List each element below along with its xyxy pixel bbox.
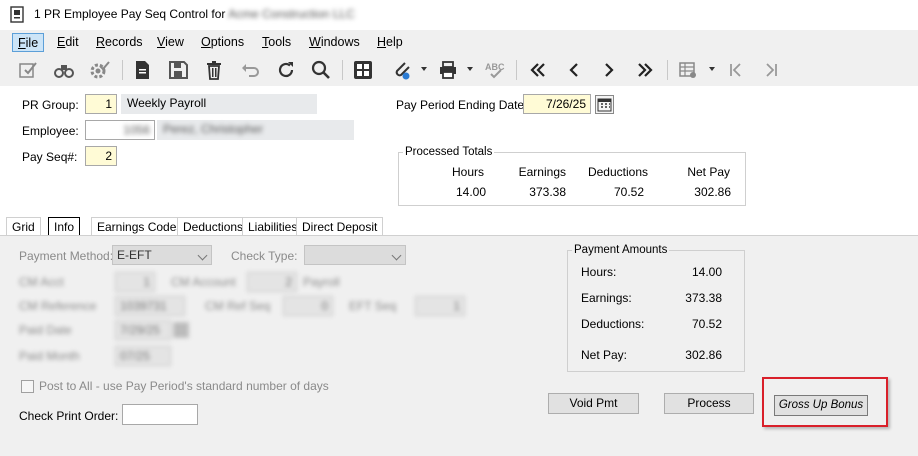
post-to-all-label: Post to All - use Pay Period's standard … (39, 379, 329, 393)
svg-text:ABC: ABC (485, 62, 505, 72)
document-icon[interactable] (130, 58, 154, 82)
blurred-cm-account-row: CM Acct 1 CM Account 2 Payroll (19, 272, 359, 294)
pr-group-description: Weekly Payroll (121, 94, 317, 114)
tab-direct-deposit[interactable]: Direct Deposit (296, 217, 384, 236)
payment-earnings-value: 373.38 (685, 291, 722, 305)
undo-icon[interactable] (238, 58, 262, 82)
processed-earnings-header: Earnings (518, 165, 566, 179)
menu-tools[interactable]: Tools (257, 33, 296, 52)
employee-field[interactable]: 1056 (85, 120, 155, 140)
pay-period-label: Pay Period Ending Date: (396, 98, 528, 112)
tab-info[interactable]: Info (48, 217, 81, 236)
payment-hours-value: 14.00 (691, 265, 722, 279)
attach-icon[interactable] (390, 58, 414, 82)
payment-method-select[interactable]: E-EFT (112, 245, 212, 265)
menu-view[interactable]: View (152, 33, 189, 52)
menu-help[interactable]: Help (372, 33, 408, 52)
process-button[interactable]: Process (664, 393, 754, 414)
window-title-company: Acme Construction LLC (228, 7, 355, 21)
pay-seq-label: Pay Seq#: (22, 150, 78, 164)
gear-check-icon[interactable] (87, 58, 111, 82)
void-pmt-button[interactable]: Void Pmt (548, 393, 639, 414)
print-icon[interactable] (436, 58, 460, 82)
blurred-paid-date-row: Paid Date 7/29/25 (19, 320, 199, 342)
header-panel: PR Group: 1 Weekly Payroll Employee: 105… (0, 86, 918, 216)
chevron-down-icon (197, 250, 208, 261)
check-type-select[interactable] (304, 245, 406, 265)
chevron-down-icon (391, 250, 402, 261)
processed-hours-value: 14.00 (455, 185, 486, 199)
payment-hours-label: Hours: (581, 265, 617, 279)
last-page-icon[interactable] (759, 58, 783, 82)
processed-netpay-header: Net Pay (687, 165, 730, 179)
payment-netpay-value: 302.86 (685, 348, 722, 362)
processed-earnings-value: 373.38 (529, 185, 566, 199)
save-icon[interactable] (166, 58, 190, 82)
menu-records[interactable]: Records (91, 33, 148, 52)
menu-file[interactable]: File (12, 33, 45, 52)
payment-netpay-label: Net Pay: (581, 348, 628, 362)
grid-options-icon[interactable] (676, 58, 700, 82)
last-record-icon[interactable] (633, 58, 657, 82)
first-record-icon[interactable] (526, 58, 550, 82)
next-record-icon[interactable] (597, 58, 621, 82)
blurred-paid-month-row: Paid Month 07/25 (19, 346, 199, 368)
processed-deductions-value: 70.52 (613, 185, 644, 199)
payment-earnings-label: Earnings: (581, 291, 632, 305)
app-icon (10, 6, 24, 23)
processed-totals-legend: Processed Totals (405, 146, 493, 158)
pay-period-field[interactable]: 7/26/25 (523, 94, 591, 114)
check-edit-icon[interactable] (16, 58, 40, 82)
menu-edit[interactable]: Edit (52, 33, 84, 52)
tab-strip: Grid Info Earnings Codes Deductions Liab… (0, 216, 918, 236)
payment-deductions-label: Deductions: (581, 317, 645, 331)
gross-up-bonus-button[interactable]: Gross Up Bonus (774, 395, 868, 416)
processed-netpay-value: 302.86 (694, 185, 731, 199)
toolbar: ABC (0, 54, 918, 86)
window-title: 1 PR Employee Pay Seq Control for Acme C… (34, 7, 355, 21)
processed-deductions-header: Deductions (587, 165, 648, 179)
check-print-order-field[interactable] (122, 404, 198, 425)
tab-grid[interactable]: Grid (6, 217, 41, 236)
delete-icon[interactable] (202, 58, 226, 82)
menu-options[interactable]: Options (196, 33, 249, 52)
employee-number: 1056 (123, 123, 150, 137)
blurred-cm-reference-row: CM Reference 1039731 CM Ref Seq 0 EFT Se… (19, 296, 469, 318)
menu-bar: File Edit Records View Options Tools Win… (0, 30, 918, 53)
prev-record-icon[interactable] (562, 58, 586, 82)
post-to-all-checkbox[interactable] (21, 380, 34, 393)
binoculars-icon[interactable] (52, 58, 76, 82)
employee-label: Employee: (22, 124, 79, 138)
payment-amounts-legend: Payment Amounts (574, 244, 668, 256)
processed-hours-header: Hours (451, 165, 484, 179)
payment-deductions-value: 70.52 (691, 317, 722, 331)
spellcheck-icon[interactable]: ABC (482, 58, 506, 82)
search-icon[interactable] (309, 58, 333, 82)
pr-group-label: PR Group: (22, 98, 79, 112)
menu-windows[interactable]: Windows (304, 33, 365, 52)
first-page-icon[interactable] (724, 58, 748, 82)
check-type-label: Check Type: (231, 249, 298, 263)
refresh-icon[interactable] (274, 58, 298, 82)
pay-seq-field[interactable]: 2 (85, 146, 117, 166)
title-bar: 1 PR Employee Pay Seq Control for Acme C… (0, 0, 918, 30)
tab-liabilities[interactable]: Liabilities (242, 217, 304, 236)
payment-method-label: Payment Method: (19, 249, 114, 263)
info-panel: Payment Method: E-EFT Check Type: CM Acc… (0, 236, 918, 456)
pr-group-field[interactable]: 1 (85, 94, 117, 114)
employee-name: Perez, Christopher (157, 120, 354, 140)
calendar-icon[interactable] (595, 95, 614, 114)
tab-earnings-codes[interactable]: Earnings Codes (91, 217, 189, 236)
calculator-icon[interactable] (351, 58, 375, 82)
check-print-order-label: Check Print Order: (19, 409, 119, 423)
tab-deductions[interactable]: Deductions (177, 217, 250, 236)
